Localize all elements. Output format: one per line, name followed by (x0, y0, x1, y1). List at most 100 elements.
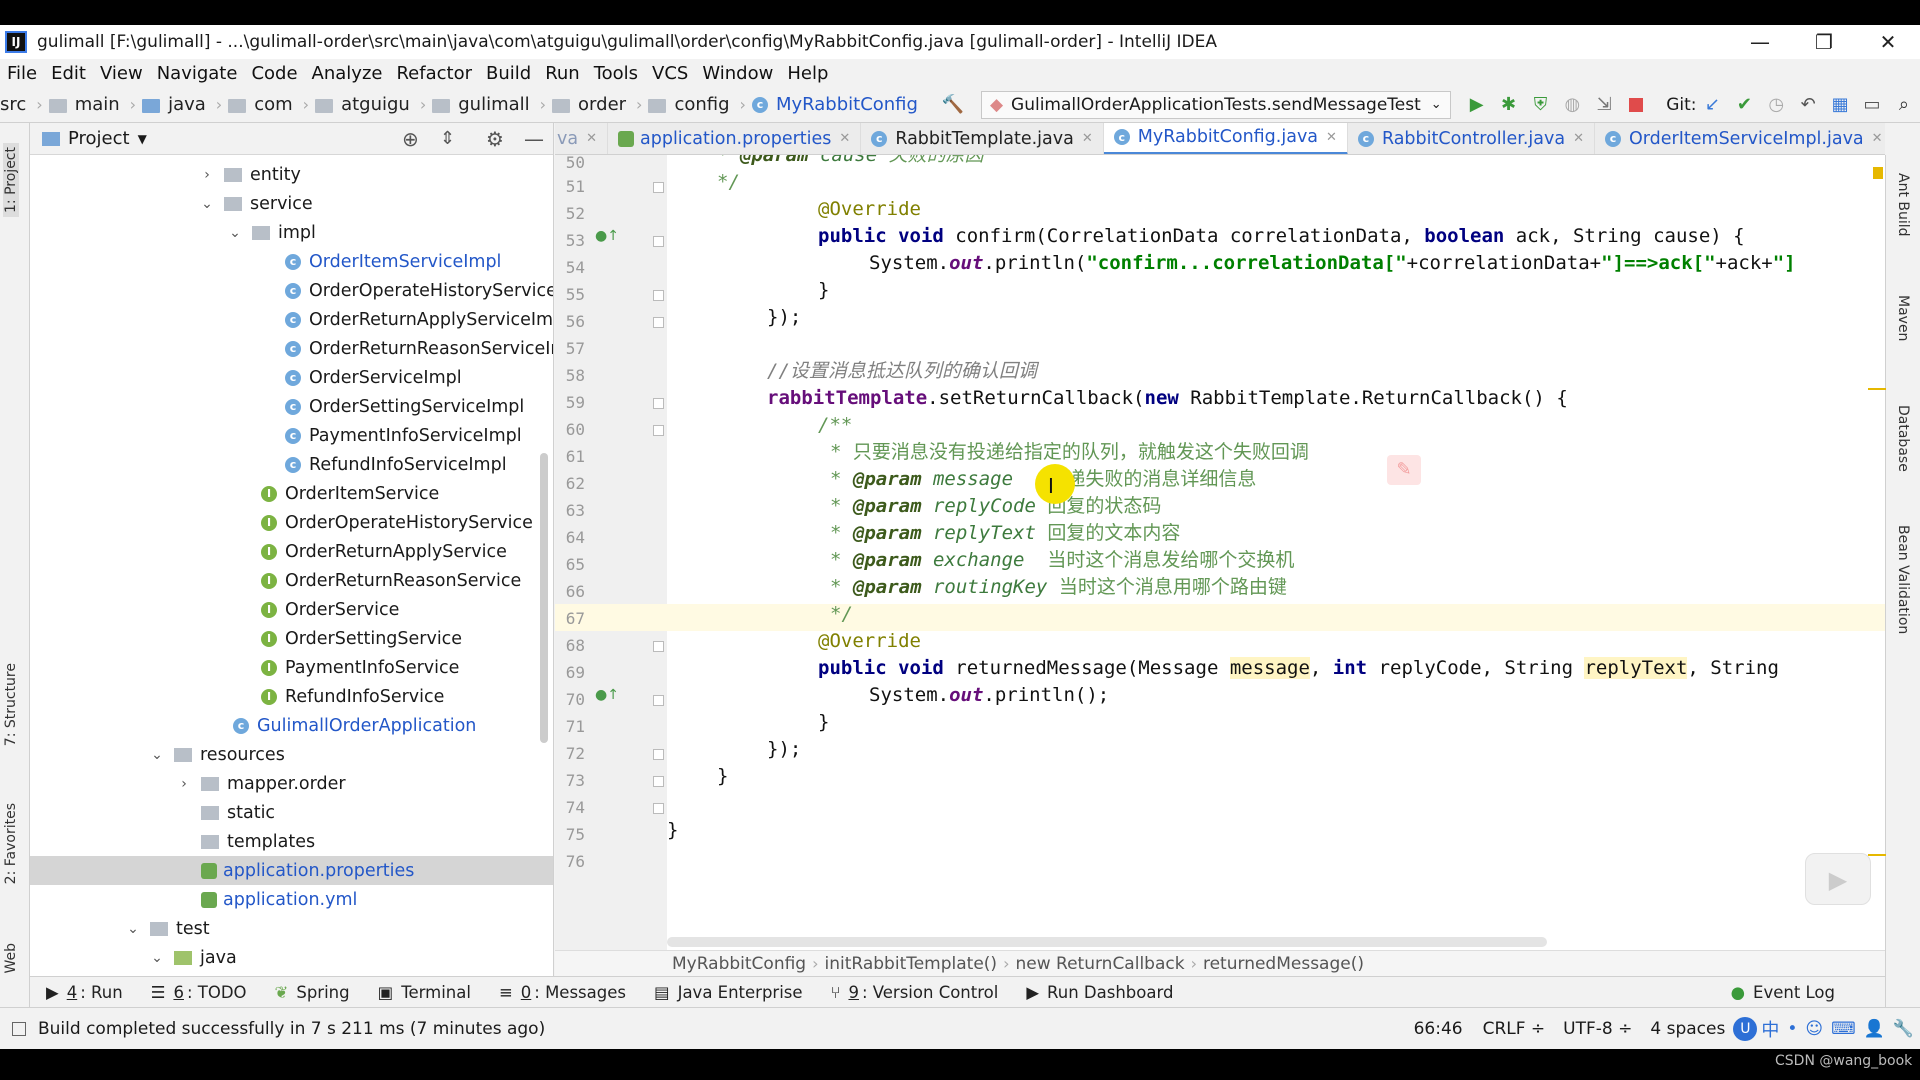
tree-row[interactable]: I OrderReturnApplyService (261, 537, 507, 566)
revert-icon[interactable]: ↶ (1799, 94, 1817, 116)
tree-row[interactable]: ⌄ resources (150, 740, 285, 769)
fold-icon[interactable] (653, 398, 664, 409)
menu-view[interactable]: View (93, 63, 150, 84)
nav-crumb-src[interactable]: src (0, 94, 26, 115)
chevron-down-icon[interactable]: ⌄ (150, 747, 164, 763)
project-scrollbar[interactable] (540, 453, 548, 743)
collapse-icon[interactable]: ⇕ (440, 128, 455, 149)
debug-icon[interactable]: ✱ (1500, 94, 1518, 116)
tool-terminal[interactable]: ▣ Terminal (378, 983, 471, 1002)
attach-icon[interactable]: ⇲ (1595, 94, 1613, 116)
gear-icon[interactable]: ⚙ (486, 127, 504, 151)
tool-event-log[interactable]: ● Event Log (1731, 983, 1835, 1002)
menu-navigate[interactable]: Navigate (150, 63, 245, 84)
tool-spring[interactable]: ❦ Spring (275, 983, 350, 1002)
breadcrumb-item[interactable]: new ReturnCallback (1015, 954, 1184, 974)
fold-icon[interactable] (653, 776, 664, 787)
tree-row[interactable]: c OrderServiceImpl (285, 363, 462, 392)
tool-maven[interactable]: Maven (1895, 295, 1911, 341)
tree-row[interactable]: c OrderReturnReasonServiceIm (285, 334, 553, 363)
menu-build[interactable]: Build (479, 63, 538, 84)
stop-icon[interactable] (1627, 94, 1645, 116)
override-gutter-icon[interactable]: ●↑ (595, 228, 619, 244)
tree-row[interactable]: I OrderItemService (261, 479, 439, 508)
tool-bean-validation[interactable]: Bean Validation (1895, 525, 1911, 634)
tab-truncated[interactable]: va ✕ (555, 123, 608, 154)
tree-row[interactable]: c RefundInfoServiceImpl (285, 450, 507, 479)
menu-edit[interactable]: Edit (44, 63, 93, 84)
chevron-down-icon[interactable]: ⌄ (126, 921, 140, 937)
ime-punct-icon[interactable]: • (1787, 1019, 1797, 1039)
project-structure-icon[interactable]: ▦ (1831, 94, 1849, 116)
tab-application-properties[interactable]: application.properties ✕ (608, 123, 862, 154)
tool-web[interactable]: Web (3, 943, 19, 974)
hammer-icon[interactable]: 🔨 (942, 94, 964, 116)
close-icon[interactable]: ✕ (1082, 131, 1093, 146)
minimize-button[interactable]: — (1728, 25, 1792, 59)
marker-stripe[interactable] (1868, 854, 1886, 856)
tool-java-enterprise[interactable]: ▤ Java Enterprise (654, 983, 803, 1002)
history-icon[interactable]: ◷ (1767, 94, 1785, 116)
tree-row-selected[interactable]: application.properties (30, 856, 553, 885)
editor-horizontal-scrollbar[interactable] (667, 937, 1547, 947)
tree-row[interactable]: c OrderOperateHistoryServiceI (285, 276, 553, 305)
coverage-icon[interactable]: ⛨ (1532, 94, 1550, 116)
fold-icon[interactable] (653, 803, 664, 814)
edit-float-icon[interactable]: ✎ (1387, 455, 1421, 485)
nav-crumb-config[interactable]: config (648, 94, 730, 115)
tool-run[interactable]: ▶ 4: Run (46, 983, 123, 1002)
fold-icon[interactable] (653, 290, 664, 301)
ime-logo-icon[interactable]: U (1733, 1016, 1758, 1041)
caret-position[interactable]: 66:46 (1414, 1019, 1463, 1039)
nav-crumb-order[interactable]: order (552, 94, 626, 115)
fold-icon[interactable] (653, 425, 664, 436)
tree-row[interactable]: I PaymentInfoService (261, 653, 459, 682)
tree-row[interactable]: I OrderService (261, 595, 399, 624)
tree-row[interactable]: c OrderReturnApplyServiceImp (285, 305, 553, 334)
nav-crumb-main[interactable]: main (48, 94, 120, 115)
menu-run[interactable]: Run (538, 63, 587, 84)
tree-row[interactable]: c OrderItemServiceImpl (285, 247, 501, 276)
menu-tools[interactable]: Tools (587, 63, 645, 84)
ime-emoji-icon[interactable]: ☺ (1805, 1019, 1823, 1039)
git-update-icon[interactable]: ↙ (1703, 94, 1721, 116)
presentation-icon[interactable]: ▭ (1863, 94, 1881, 116)
tool-project[interactable]: 1: Project (3, 143, 19, 217)
git-commit-icon[interactable]: ✔ (1735, 94, 1753, 116)
fold-icon[interactable] (653, 749, 664, 760)
tree-row[interactable]: templates (201, 827, 315, 856)
tool-todo[interactable]: ☰ 6: TODO (151, 983, 247, 1002)
tab-myrabbitconfig[interactable]: c MyRabbitConfig.java ✕ (1103, 123, 1348, 154)
nav-crumb-java[interactable]: java (142, 94, 206, 115)
tree-row[interactable]: ⌄ test (126, 914, 209, 943)
tool-messages[interactable]: ≡ 0: Messages (499, 983, 626, 1002)
search-icon[interactable]: ⌕ (1895, 94, 1913, 116)
tree-row[interactable]: › mapper.order (177, 769, 345, 798)
fold-icon[interactable] (653, 236, 664, 247)
ime-tools-icon[interactable]: 🔧 (1893, 1019, 1914, 1039)
tree-row[interactable]: c GulimallOrderApplication (233, 711, 476, 740)
warning-marker[interactable] (1873, 167, 1883, 179)
tree-row[interactable]: › entity (200, 160, 301, 189)
profile-icon[interactable]: ◍ (1563, 94, 1581, 116)
chevron-right-icon[interactable]: › (200, 167, 214, 183)
indent-setting[interactable]: 4 spaces (1650, 1019, 1725, 1039)
override-gutter-icon[interactable]: ●↑ (595, 687, 619, 703)
chevron-down-icon[interactable]: ⌄ (150, 950, 164, 966)
tree-row[interactable]: I OrderReturnReasonService (261, 566, 521, 595)
tab-rabbitcontroller[interactable]: c RabbitController.java ✕ (1348, 123, 1595, 154)
tree-row[interactable]: ⌄ impl (228, 218, 316, 247)
chevron-down-icon[interactable]: ⌄ (200, 196, 214, 212)
chevron-down-icon[interactable]: ⌄ (228, 225, 242, 241)
tree-row[interactable]: c OrderSettingServiceImpl (285, 392, 524, 421)
nav-crumb-atguigu[interactable]: atguigu (315, 94, 410, 115)
breadcrumb-item[interactable]: initRabbitTemplate() (825, 954, 998, 974)
tree-row[interactable]: I OrderOperateHistoryService (261, 508, 533, 537)
tab-orderitemserviceimpl[interactable]: c OrderItemServiceImpl.java ✕ (1595, 123, 1885, 154)
menu-window[interactable]: Window (695, 63, 780, 84)
tree-row[interactable]: ⌄ service (200, 189, 313, 218)
menu-help[interactable]: Help (780, 63, 835, 84)
nav-crumb-gulimall[interactable]: gulimall (432, 94, 530, 115)
tool-version-control[interactable]: ⑂ 9: Version Control (831, 983, 999, 1002)
project-panel-title[interactable]: Project (68, 128, 130, 149)
